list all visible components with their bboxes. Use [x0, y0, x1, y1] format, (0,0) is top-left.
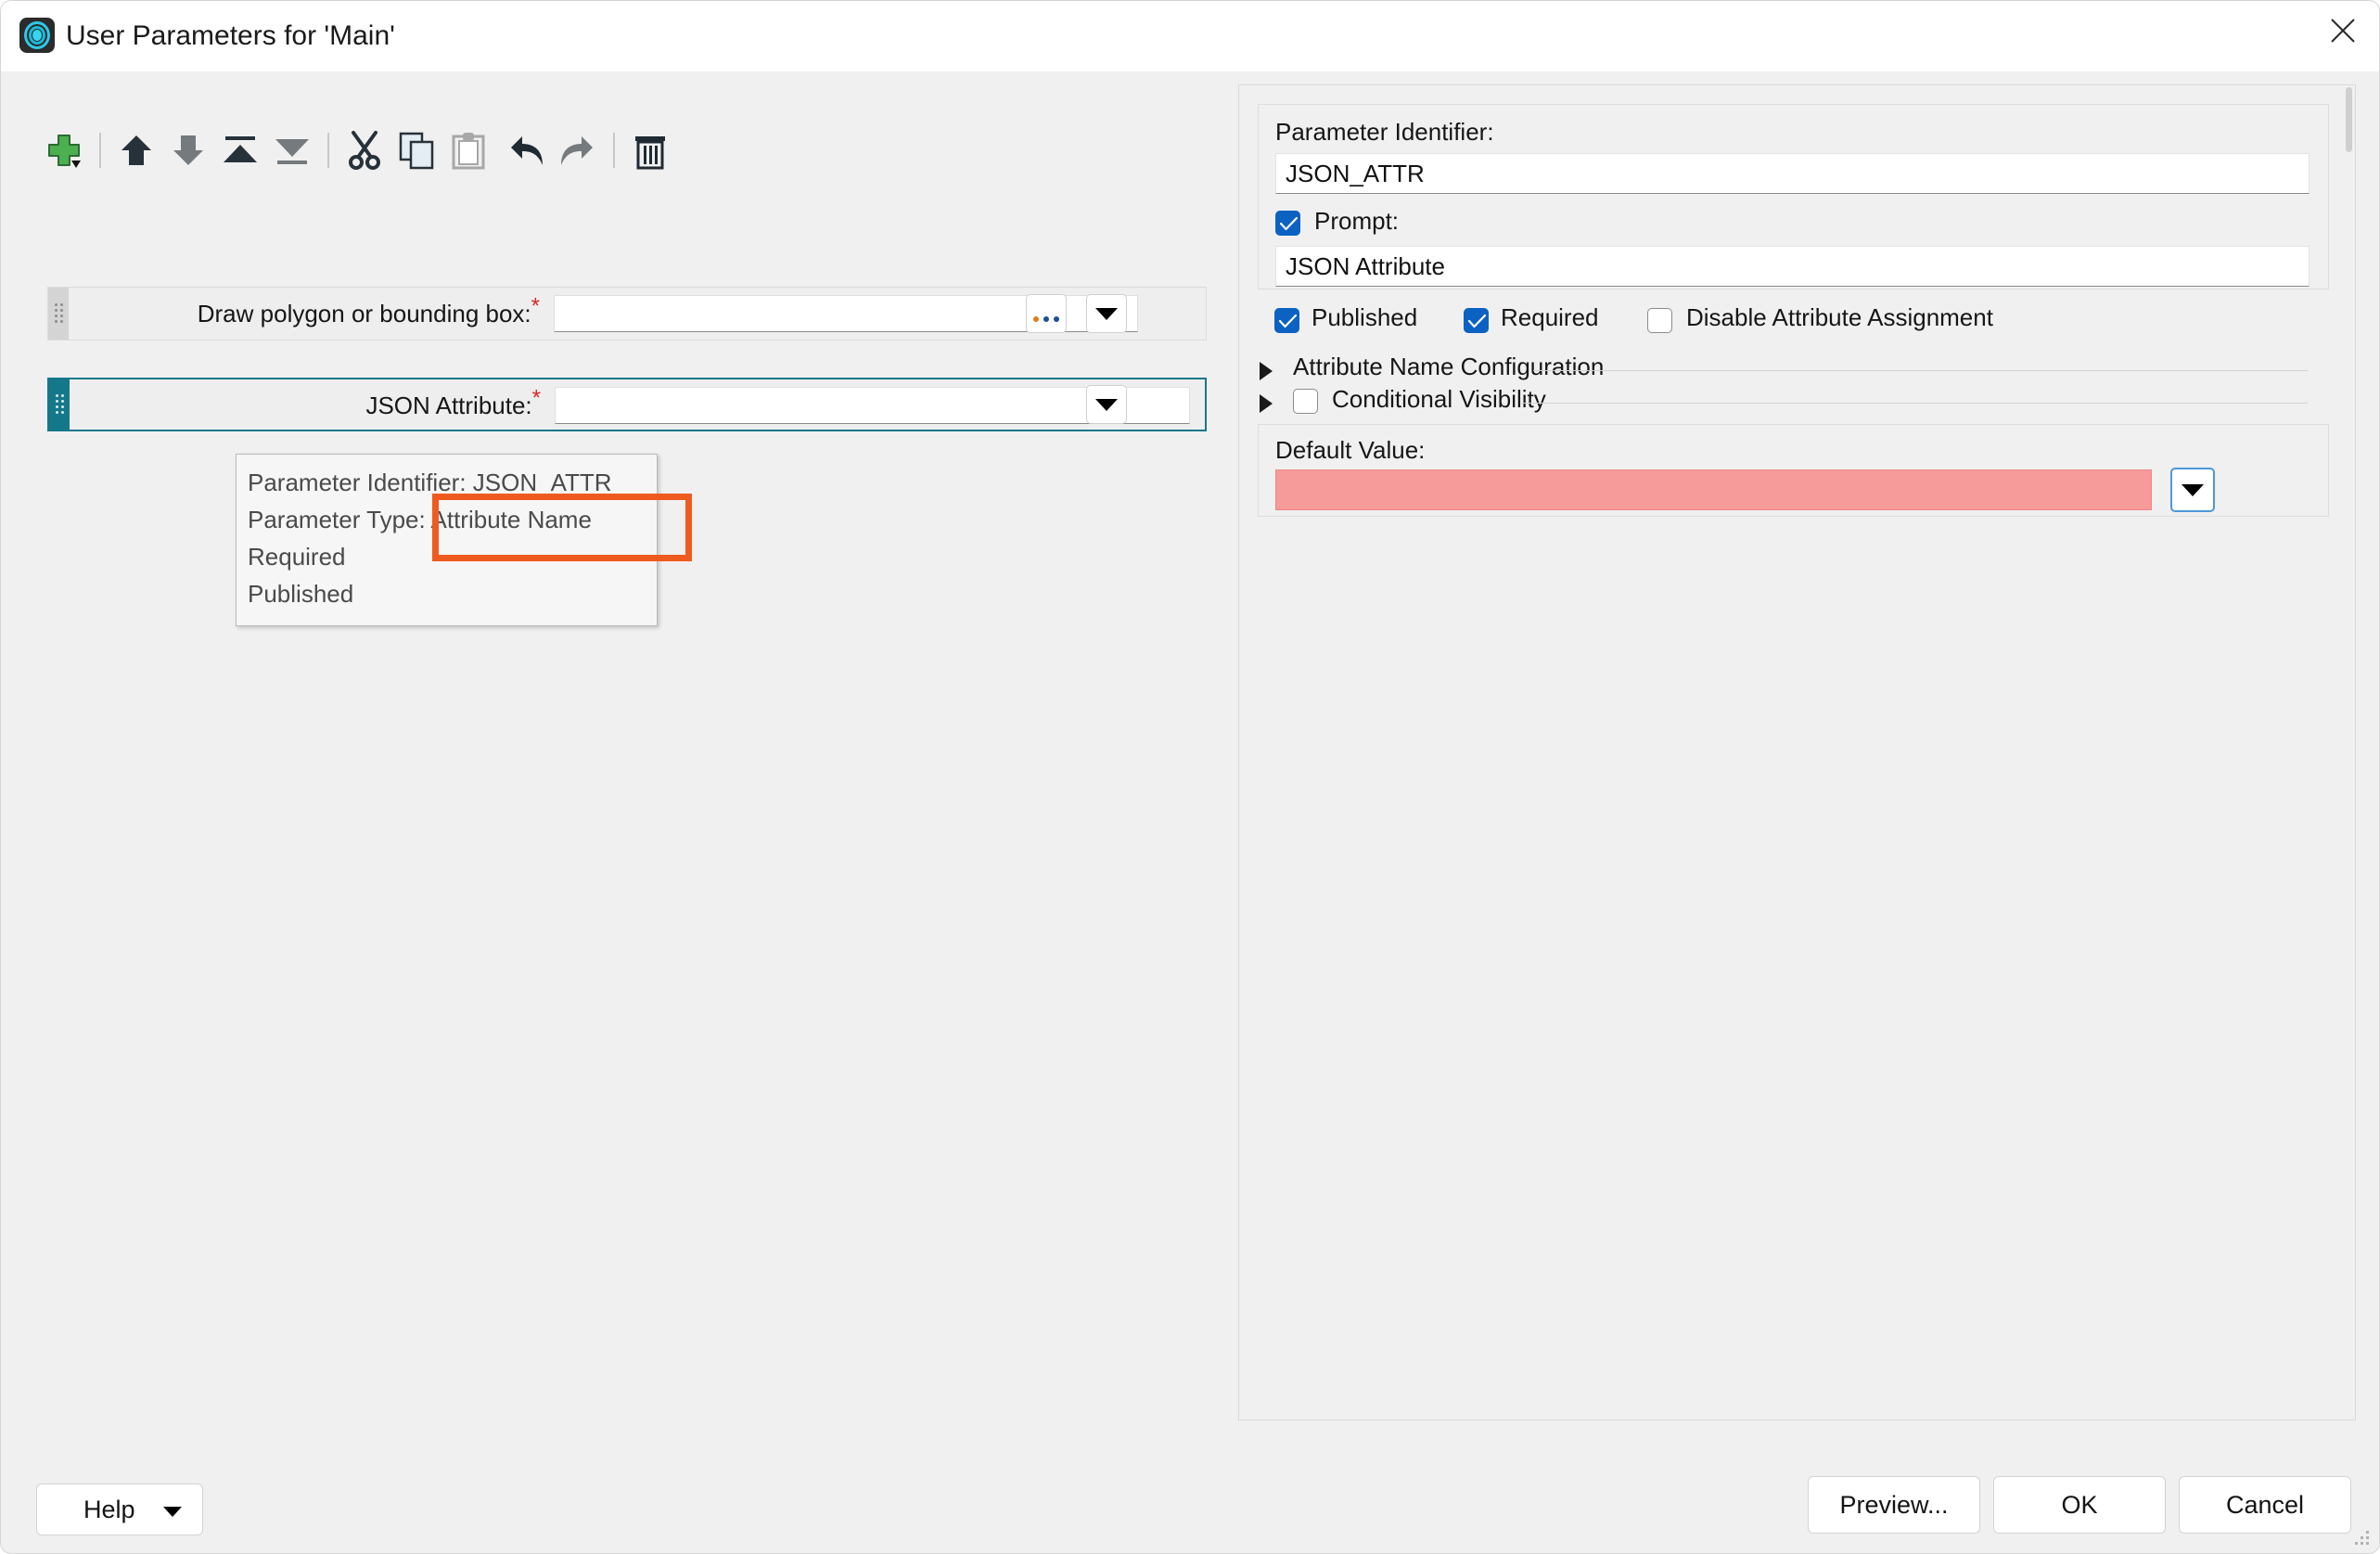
ellipsis-icon: [1033, 316, 1059, 322]
prompt-checkbox[interactable]: [1275, 211, 1300, 236]
help-button-label: Help: [83, 1495, 135, 1523]
delete-button[interactable]: [624, 124, 676, 176]
scissors-icon: [349, 131, 380, 170]
move-to-top-icon: [224, 136, 257, 162]
row-drag-handle[interactable]: [48, 288, 69, 340]
arrow-down-icon: [173, 135, 203, 165]
section-attribute-name-configuration[interactable]: Attribute Name Configuration: [1260, 353, 2308, 386]
parameter-label: JSON Attribute:*: [77, 379, 541, 430]
check-icon: [1280, 216, 1298, 231]
browse-button[interactable]: [1026, 294, 1067, 333]
required-asterisk: *: [531, 293, 540, 319]
ok-button[interactable]: OK: [1993, 1476, 2166, 1534]
title-bar: User Parameters for 'Main': [1, 1, 2379, 71]
arrow-up-icon: [122, 135, 151, 165]
row-drag-handle[interactable]: [49, 379, 70, 430]
section-label: Attribute Name Configuration: [1293, 353, 1605, 380]
move-down-button[interactable]: [162, 124, 214, 176]
default-value-options-dropdown[interactable]: [2170, 468, 2215, 512]
add-parameter-button[interactable]: [38, 124, 90, 176]
annotation-highlight-box: [432, 494, 692, 561]
prompt-text-input[interactable]: JSON Attribute: [1275, 246, 2310, 287]
default-value-group: Default Value:: [1258, 424, 2329, 517]
scrollbar-thumb[interactable]: [2346, 87, 2352, 152]
caret-down-icon: [163, 1507, 182, 1517]
undo-arrow-icon: [511, 136, 543, 165]
move-to-top-button[interactable]: [214, 124, 266, 176]
disable-attribute-assignment-label[interactable]: Disable Attribute Assignment: [1686, 303, 1993, 332]
identifier-group: Parameter Identifier: JSON_ATTR Prompt: …: [1258, 104, 2329, 289]
parameter-label-text: Draw polygon or bounding box:: [197, 300, 531, 327]
toolbar-separator-3: [613, 133, 615, 168]
resize-grip[interactable]: [2355, 1531, 2372, 1548]
section-label: Conditional Visibility: [1332, 385, 1546, 413]
chevron-right-icon[interactable]: [1260, 394, 1273, 413]
fme-logo-icon: [19, 18, 55, 53]
caret-down-icon: [1095, 307, 1118, 320]
parameter-identifier-input[interactable]: JSON_ATTR: [1275, 153, 2310, 194]
default-value-input[interactable]: [1275, 469, 2152, 510]
parameter-options-dropdown-2[interactable]: [1086, 385, 1127, 424]
chevron-right-icon[interactable]: [1260, 362, 1273, 380]
published-checkbox-label[interactable]: Published: [1312, 303, 1417, 332]
undo-button[interactable]: [500, 124, 552, 176]
parameter-editor-pane: Parameter Identifier: JSON_ATTR Prompt: …: [1238, 84, 2356, 1420]
preview-button[interactable]: Preview...: [1808, 1476, 1980, 1534]
editor-scrollbar[interactable]: [2342, 85, 2355, 1419]
parameter-identifier-label: Parameter Identifier:: [1275, 118, 1494, 146]
section-rule: [1533, 370, 2308, 371]
toolbar-separator-1: [99, 133, 101, 168]
check-icon: [1468, 314, 1486, 328]
parameter-label: Draw polygon or bounding box:*: [76, 288, 540, 340]
copy-icon: [399, 132, 434, 170]
redo-button[interactable]: [552, 124, 604, 176]
tooltip-line-published: Published: [248, 580, 354, 608]
redo-arrow-icon: [561, 136, 593, 165]
section-rule: [1522, 403, 2308, 404]
parameter-toolbar: [38, 122, 676, 178]
default-value-label: Default Value:: [1275, 436, 1426, 464]
plus-icon: [48, 135, 81, 168]
parameter-list-pane: Draw polygon or bounding box:* JSON Attr…: [1, 71, 1230, 1463]
required-checkbox[interactable]: [1464, 308, 1489, 333]
caret-down-icon: [1095, 398, 1118, 411]
move-up-button[interactable]: [110, 124, 162, 176]
user-parameters-dialog: User Parameters for 'Main' Draw polygon …: [0, 0, 2380, 1554]
check-icon: [1279, 314, 1297, 328]
close-icon[interactable]: [2307, 1, 2379, 57]
cancel-button[interactable]: Cancel: [2179, 1476, 2351, 1534]
parameter-row-json-attribute[interactable]: JSON Attribute:*: [47, 378, 1207, 431]
move-to-bottom-icon: [275, 139, 309, 164]
parameter-label-text: JSON Attribute:: [365, 392, 532, 419]
required-checkbox-label[interactable]: Required: [1501, 303, 1599, 332]
cut-button[interactable]: [339, 124, 390, 176]
copy-button[interactable]: [390, 124, 442, 176]
trash-icon: [635, 136, 665, 170]
drag-dots-icon: [55, 303, 63, 324]
move-to-bottom-button[interactable]: [266, 124, 318, 176]
section-conditional-visibility[interactable]: Conditional Visibility: [1260, 385, 2308, 418]
parameter-options-dropdown-1[interactable]: [1086, 294, 1127, 333]
window-title: User Parameters for 'Main': [66, 20, 395, 51]
toolbar-separator-2: [327, 133, 329, 168]
clipboard-icon: [452, 133, 485, 170]
published-checkbox[interactable]: [1274, 308, 1299, 333]
disable-attribute-assignment-checkbox[interactable]: [1647, 308, 1672, 333]
conditional-visibility-checkbox[interactable]: [1293, 389, 1318, 414]
drag-dots-icon: [56, 394, 64, 415]
caret-down-icon: [2182, 483, 2204, 496]
prompt-checkbox-label[interactable]: Prompt:: [1314, 207, 1399, 236]
help-button[interactable]: Help: [36, 1483, 203, 1535]
required-asterisk: *: [531, 385, 541, 411]
paste-button[interactable]: [442, 124, 494, 176]
